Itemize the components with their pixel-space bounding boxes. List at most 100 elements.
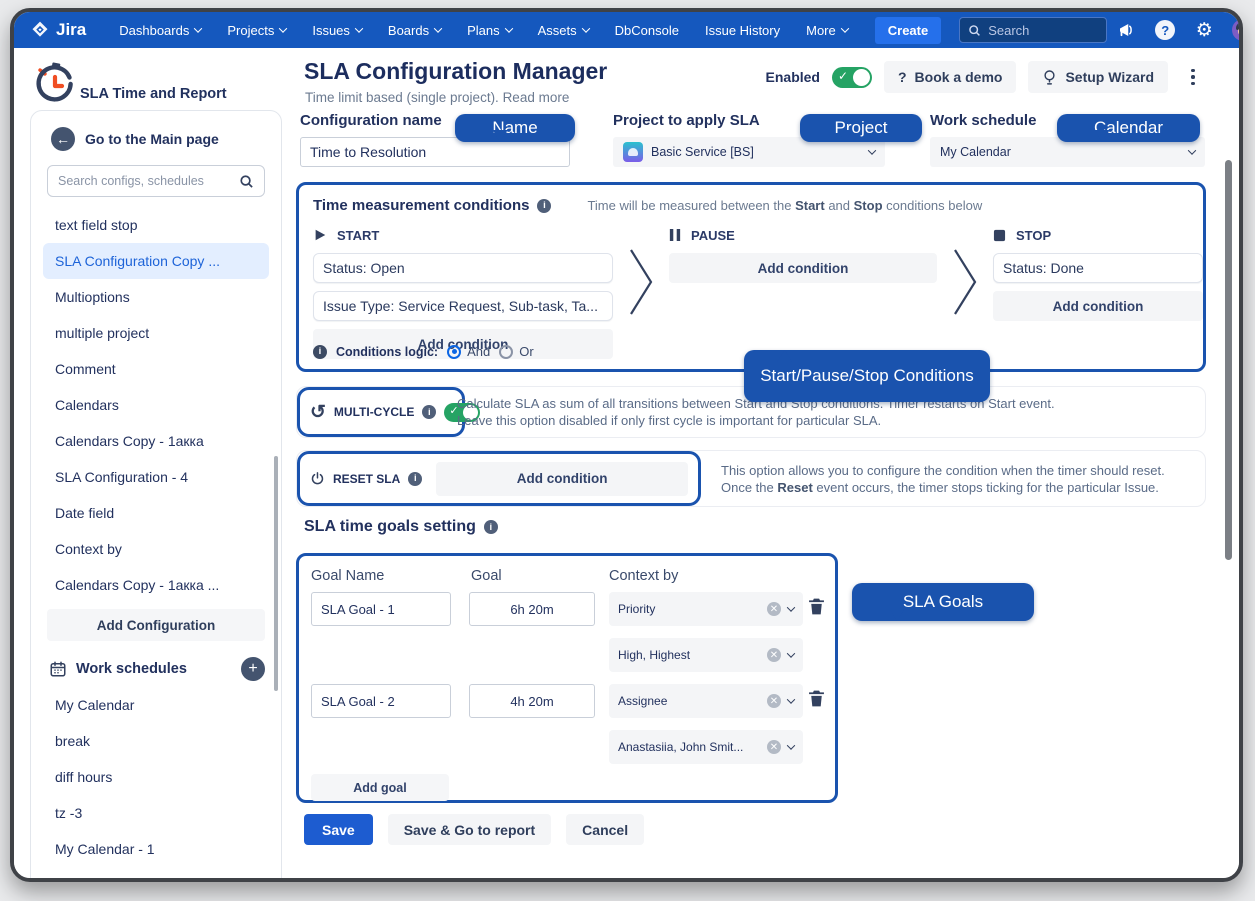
check-icon: ✓ bbox=[838, 69, 848, 83]
save-button[interactable]: Save bbox=[304, 814, 373, 845]
avatar-hair bbox=[1236, 22, 1243, 30]
goals-title: SLA time goals setting i bbox=[304, 518, 498, 536]
jira-logo[interactable]: Jira bbox=[30, 20, 86, 40]
nav-item-issues[interactable]: Issues bbox=[303, 12, 371, 48]
delete-goal-button[interactable] bbox=[805, 596, 827, 618]
config-item[interactable]: Context by bbox=[43, 531, 269, 567]
announcements-icon[interactable] bbox=[1115, 19, 1137, 41]
nav-item-label: Projects bbox=[227, 23, 274, 38]
user-avatar[interactable] bbox=[1232, 19, 1243, 41]
config-item[interactable]: Calendars Copy - 1акка bbox=[43, 423, 269, 459]
play-icon bbox=[313, 228, 327, 242]
goal-name-input[interactable] bbox=[311, 684, 451, 718]
page-subtitle[interactable]: Time limit based (single project). Read … bbox=[305, 90, 569, 105]
nav-item-label: Issue History bbox=[705, 23, 780, 38]
clear-icon[interactable]: ✕ bbox=[767, 694, 781, 708]
nav-right-icons: ? ⚙ bbox=[1115, 19, 1243, 41]
add-configuration-button[interactable]: Add Configuration bbox=[47, 609, 265, 641]
schedule-item[interactable]: My Calendar - 1 bbox=[43, 831, 269, 867]
config-item[interactable]: Calendars bbox=[43, 387, 269, 423]
context-value: Assignee bbox=[618, 694, 760, 708]
config-item[interactable]: SLA Configuration - 4 bbox=[43, 459, 269, 495]
goal-time-input[interactable] bbox=[469, 592, 595, 626]
nav-item-issue-history[interactable]: Issue History bbox=[696, 12, 789, 48]
config-item[interactable]: Date field bbox=[43, 495, 269, 531]
avatar-face bbox=[1238, 27, 1243, 36]
start-condition-chip[interactable]: Status: Open bbox=[313, 253, 613, 283]
cancel-button[interactable]: Cancel bbox=[566, 814, 644, 845]
context-values-select[interactable]: High, Highest ✕ bbox=[609, 638, 803, 672]
enabled-toggle[interactable]: ✓ bbox=[832, 67, 872, 88]
delete-goal-button[interactable] bbox=[805, 688, 827, 710]
config-item[interactable]: Comment bbox=[43, 351, 269, 387]
save-and-report-button[interactable]: Save & Go to report bbox=[388, 814, 551, 845]
info-icon[interactable]: i bbox=[422, 405, 436, 419]
multi-cycle-box: ↺ MULTI-CYCLE i ✓ bbox=[297, 387, 465, 437]
more-options-kebab[interactable] bbox=[1180, 61, 1206, 93]
nav-item-projects[interactable]: Projects bbox=[218, 12, 295, 48]
nav-item-assets[interactable]: Assets bbox=[529, 12, 598, 48]
config-item[interactable]: Calendars Copy - 1акка ... bbox=[43, 567, 269, 603]
nav-item-dashboards[interactable]: Dashboards bbox=[110, 12, 210, 48]
pause-add-condition-button[interactable]: Add condition bbox=[669, 253, 937, 283]
sidebar-search[interactable] bbox=[47, 165, 265, 197]
book-demo-button[interactable]: ? Book a demo bbox=[884, 61, 1016, 93]
sidebar-scrollbar[interactable] bbox=[274, 456, 278, 691]
create-button[interactable]: Create bbox=[875, 17, 941, 44]
header-actions: Enabled ✓ ? Book a demo Setup Wizard bbox=[766, 61, 1206, 93]
schedule-item[interactable]: My Calendar bbox=[43, 687, 269, 723]
pause-column: PAUSE Add condition bbox=[669, 225, 937, 359]
schedule-item[interactable]: break bbox=[43, 723, 269, 759]
radio-and[interactable] bbox=[447, 345, 461, 359]
clear-icon[interactable]: ✕ bbox=[767, 740, 781, 754]
global-search[interactable] bbox=[959, 17, 1107, 43]
help-icon[interactable]: ? bbox=[1154, 19, 1176, 41]
reset-sla-row: RESET SLA i Add condition This option al… bbox=[296, 450, 1206, 507]
info-icon[interactable]: i bbox=[537, 199, 551, 213]
goal-time-input[interactable] bbox=[469, 684, 595, 718]
goal-name-column-header: Goal Name bbox=[311, 568, 384, 584]
radio-or[interactable] bbox=[499, 345, 513, 359]
config-item[interactable]: Multioptions bbox=[43, 279, 269, 315]
schedule-item[interactable]: tz -3 bbox=[43, 795, 269, 831]
go-to-main-page[interactable]: ← Go to the Main page bbox=[51, 127, 269, 151]
add-schedule-button[interactable]: + bbox=[241, 657, 265, 681]
schedule-item[interactable]: diff hours bbox=[43, 759, 269, 795]
nav-item-plans[interactable]: Plans bbox=[458, 12, 521, 48]
goal-name-input[interactable] bbox=[311, 592, 451, 626]
global-search-input[interactable] bbox=[988, 23, 1098, 38]
info-icon[interactable]: i bbox=[408, 472, 422, 486]
help-question-glyph: ? bbox=[1155, 20, 1175, 40]
clear-icon[interactable]: ✕ bbox=[767, 602, 781, 616]
nav-item-more[interactable]: More bbox=[797, 12, 857, 48]
context-values-select[interactable]: Anastasiia, John Smit... ✕ bbox=[609, 730, 803, 764]
reset-add-condition-button[interactable]: Add condition bbox=[436, 462, 688, 496]
info-icon[interactable]: i bbox=[484, 520, 498, 534]
stop-condition-chip[interactable]: Status: Done bbox=[993, 253, 1203, 283]
sidebar-search-input[interactable] bbox=[58, 174, 233, 188]
enabled-label: Enabled bbox=[766, 69, 820, 85]
stop-add-condition-button[interactable]: Add condition bbox=[993, 291, 1203, 321]
schedule-value: My Calendar bbox=[940, 145, 1181, 159]
callout-calendar: Calendar bbox=[1057, 114, 1200, 142]
setup-wizard-button[interactable]: Setup Wizard bbox=[1028, 61, 1168, 93]
context-select[interactable]: Priority ✕ bbox=[609, 592, 803, 626]
main-scrollbar[interactable] bbox=[1225, 160, 1232, 560]
column-separator bbox=[937, 225, 993, 359]
clear-icon[interactable]: ✕ bbox=[767, 648, 781, 662]
footer-actions: Save Save & Go to report Cancel bbox=[304, 814, 644, 845]
nav-item-boards[interactable]: Boards bbox=[379, 12, 450, 48]
context-select[interactable]: Assignee ✕ bbox=[609, 684, 803, 718]
info-icon[interactable]: i bbox=[313, 345, 327, 359]
config-item-selected[interactable]: SLA Configuration Copy ... bbox=[43, 243, 269, 279]
config-item[interactable]: text field stop bbox=[43, 207, 269, 243]
nav-item-dbconsole[interactable]: DbConsole bbox=[606, 12, 688, 48]
reset-sla-box: RESET SLA i Add condition bbox=[297, 451, 701, 506]
chevron-down-icon bbox=[787, 603, 795, 611]
settings-gear-icon[interactable]: ⚙ bbox=[1193, 19, 1215, 41]
trash-icon bbox=[806, 596, 827, 617]
schedule-list: My Calendar break diff hours tz -3 My Ca… bbox=[43, 687, 269, 867]
start-condition-chip[interactable]: Issue Type: Service Request, Sub-task, T… bbox=[313, 291, 613, 321]
config-item[interactable]: multiple project bbox=[43, 315, 269, 351]
add-goal-button[interactable]: Add goal bbox=[311, 774, 449, 801]
